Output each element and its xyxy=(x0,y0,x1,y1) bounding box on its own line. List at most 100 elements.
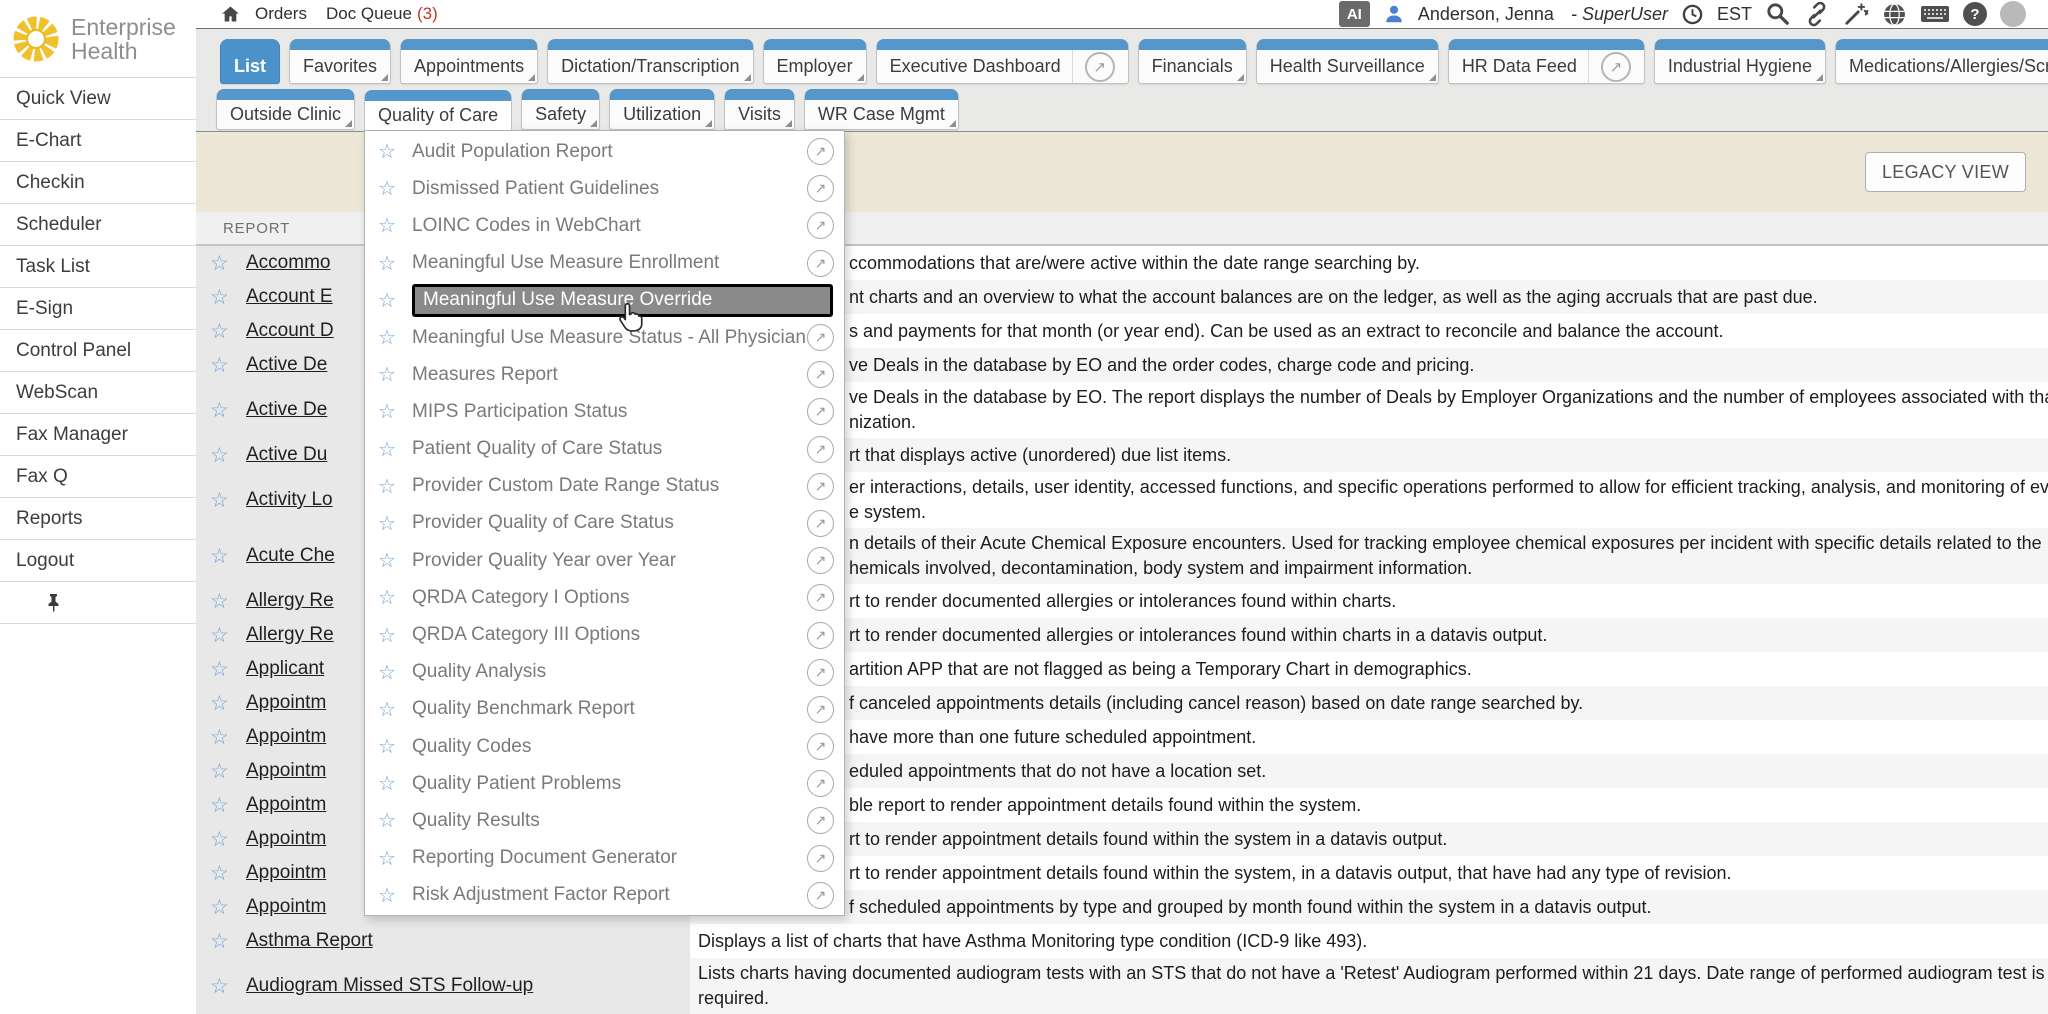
keyboard-icon[interactable] xyxy=(1920,3,1950,25)
wand-icon[interactable] xyxy=(1843,1,1869,27)
menu-item-quality-codes[interactable]: ☆Quality Codes↗ xyxy=(365,728,844,765)
tab-favorites[interactable]: Favorites xyxy=(289,39,391,84)
favorite-star-icon[interactable]: ☆ xyxy=(210,589,246,614)
breadcrumb-orders[interactable]: Orders xyxy=(255,4,307,24)
open-report-new-window-icon[interactable]: ↗ xyxy=(807,584,834,611)
tab-financials[interactable]: Financials xyxy=(1138,39,1247,84)
favorite-star-icon[interactable]: ☆ xyxy=(378,771,412,796)
open-report-new-window-icon[interactable]: ↗ xyxy=(807,696,834,723)
tab-outside-clinic[interactable]: Outside Clinic xyxy=(216,89,355,130)
open-report-new-window-icon[interactable]: ↗ xyxy=(807,733,834,760)
favorite-star-icon[interactable]: ☆ xyxy=(378,213,412,238)
favorite-star-icon[interactable]: ☆ xyxy=(210,488,246,513)
favorite-star-icon[interactable]: ☆ xyxy=(378,697,412,722)
globe-icon[interactable] xyxy=(1882,2,1907,27)
menu-item-provider-custom-date-range-status[interactable]: ☆Provider Custom Date Range Status↗ xyxy=(365,468,844,505)
favorite-star-icon[interactable]: ☆ xyxy=(210,974,246,999)
breadcrumb-doc-queue[interactable]: Doc Queue(3) xyxy=(326,4,438,24)
ai-badge[interactable]: AI xyxy=(1339,1,1370,27)
menu-item-loinc-codes-in-webchart[interactable]: ☆LOINC Codes in WebChart↗ xyxy=(365,207,844,244)
open-report-new-window-icon[interactable]: ↗ xyxy=(807,138,834,165)
favorite-star-icon[interactable]: ☆ xyxy=(378,325,412,350)
sidebar-item-logout[interactable]: Logout xyxy=(0,540,196,582)
favorite-star-icon[interactable]: ☆ xyxy=(210,443,246,468)
favorite-star-icon[interactable]: ☆ xyxy=(210,895,246,920)
open-report-new-window-icon[interactable]: ↗ xyxy=(807,622,834,649)
favorite-star-icon[interactable]: ☆ xyxy=(210,691,246,716)
favorite-star-icon[interactable]: ☆ xyxy=(378,883,412,908)
open-report-new-window-icon[interactable]: ↗ xyxy=(807,770,834,797)
report-link[interactable]: Asthma Report xyxy=(246,930,373,952)
menu-item-meaningful-use-measure-enrollment[interactable]: ☆Meaningful Use Measure Enrollment↗ xyxy=(365,245,844,282)
favorite-star-icon[interactable]: ☆ xyxy=(378,808,412,833)
favorite-star-icon[interactable]: ☆ xyxy=(210,398,246,423)
open-report-new-window-icon[interactable]: ↗ xyxy=(807,175,834,202)
report-link[interactable]: Active De xyxy=(246,399,327,421)
report-link[interactable]: Appointm xyxy=(246,692,326,714)
tab-safety[interactable]: Safety xyxy=(521,89,600,130)
favorite-star-icon[interactable]: ☆ xyxy=(378,585,412,610)
report-link[interactable]: Activity Lo xyxy=(246,489,333,511)
menu-item-measures-report[interactable]: ☆Measures Report↗ xyxy=(365,356,844,393)
favorite-star-icon[interactable]: ☆ xyxy=(378,734,412,759)
open-report-new-window-icon[interactable]: ↗ xyxy=(807,510,834,537)
menu-item-meaningful-use-measure-override[interactable]: ☆Meaningful Use Measure Override xyxy=(365,282,844,319)
favorite-star-icon[interactable]: ☆ xyxy=(378,511,412,536)
sidebar-item-control-panel[interactable]: Control Panel xyxy=(0,330,196,372)
search-icon[interactable] xyxy=(1765,1,1791,27)
report-link[interactable]: Appointm xyxy=(246,760,326,782)
tab-health-surveillance[interactable]: Health Surveillance xyxy=(1256,39,1439,84)
tab-executive-dashboard[interactable]: Executive Dashboard↗ xyxy=(876,39,1129,84)
favorite-star-icon[interactable]: ☆ xyxy=(210,623,246,648)
clock-icon[interactable] xyxy=(1681,3,1704,26)
report-link[interactable]: Accommo xyxy=(246,252,330,274)
favorite-star-icon[interactable]: ☆ xyxy=(378,399,412,424)
report-link[interactable]: Applicant xyxy=(246,658,324,680)
open-report-new-window-icon[interactable]: ↗ xyxy=(807,807,834,834)
menu-item-quality-analysis[interactable]: ☆Quality Analysis↗ xyxy=(365,654,844,691)
menu-item-provider-quality-of-care-status[interactable]: ☆Provider Quality of Care Status↗ xyxy=(365,505,844,542)
menu-item-quality-benchmark-report[interactable]: ☆Quality Benchmark Report↗ xyxy=(365,691,844,728)
favorite-star-icon[interactable]: ☆ xyxy=(378,176,412,201)
avatar-circle[interactable] xyxy=(2000,1,2026,27)
report-link[interactable]: Active De xyxy=(246,354,327,376)
menu-item-quality-patient-problems[interactable]: ☆Quality Patient Problems↗ xyxy=(365,765,844,802)
favorite-star-icon[interactable]: ☆ xyxy=(378,251,412,276)
menu-item-risk-adjustment-factor-report[interactable]: ☆Risk Adjustment Factor Report↗ xyxy=(365,877,844,914)
favorite-star-icon[interactable]: ☆ xyxy=(378,846,412,871)
legacy-view-button[interactable]: LEGACY VIEW xyxy=(1865,152,2026,192)
open-report-new-window-icon[interactable]: ↗ xyxy=(807,547,834,574)
tab-appointments[interactable]: Appointments xyxy=(400,39,538,84)
menu-item-meaningful-use-measure-status-all-physicians[interactable]: ☆Meaningful Use Measure Status - All Phy… xyxy=(365,319,844,356)
menu-item-dismissed-patient-guidelines[interactable]: ☆Dismissed Patient Guidelines↗ xyxy=(365,170,844,207)
tab-industrial-hygiene[interactable]: Industrial Hygiene xyxy=(1654,39,1826,84)
sidebar-item-webscan[interactable]: WebScan xyxy=(0,372,196,414)
favorite-star-icon[interactable]: ☆ xyxy=(210,657,246,682)
report-link[interactable]: Account D xyxy=(246,320,334,342)
open-report-new-window-icon[interactable]: ↗ xyxy=(807,659,834,686)
sidebar-item-e-chart[interactable]: E-Chart xyxy=(0,120,196,162)
report-link[interactable]: Allergy Re xyxy=(246,590,334,612)
favorite-star-icon[interactable]: ☆ xyxy=(210,353,246,378)
menu-item-audit-population-report[interactable]: ☆Audit Population Report↗ xyxy=(365,133,844,170)
favorite-star-icon[interactable]: ☆ xyxy=(210,285,246,310)
favorite-star-icon[interactable]: ☆ xyxy=(378,548,412,573)
tab-utilization[interactable]: Utilization xyxy=(609,89,715,130)
menu-item-reporting-document-generator[interactable]: ☆Reporting Document Generator↗ xyxy=(365,840,844,877)
favorite-star-icon[interactable]: ☆ xyxy=(210,929,246,954)
sidebar-item-e-sign[interactable]: E-Sign xyxy=(0,288,196,330)
favorite-star-icon[interactable]: ☆ xyxy=(210,544,246,569)
sidebar-item-task-list[interactable]: Task List xyxy=(0,246,196,288)
open-report-new-window-icon[interactable]: ↗ xyxy=(807,473,834,500)
sidebar-item-fax-manager[interactable]: Fax Manager xyxy=(0,414,196,456)
menu-item-qrda-category-iii-options[interactable]: ☆QRDA Category III Options↗ xyxy=(365,616,844,653)
favorite-star-icon[interactable]: ☆ xyxy=(378,623,412,648)
report-link[interactable]: Allergy Re xyxy=(246,624,334,646)
report-link[interactable]: Appointm xyxy=(246,726,326,748)
favorite-star-icon[interactable]: ☆ xyxy=(210,861,246,886)
tab-visits[interactable]: Visits xyxy=(724,89,795,130)
favorite-star-icon[interactable]: ☆ xyxy=(210,759,246,784)
tab-employer[interactable]: Employer xyxy=(763,39,867,84)
menu-item-patient-quality-of-care-status[interactable]: ☆Patient Quality of Care Status↗ xyxy=(365,431,844,468)
highlighted-menu-item[interactable]: Meaningful Use Measure Override xyxy=(412,284,833,317)
